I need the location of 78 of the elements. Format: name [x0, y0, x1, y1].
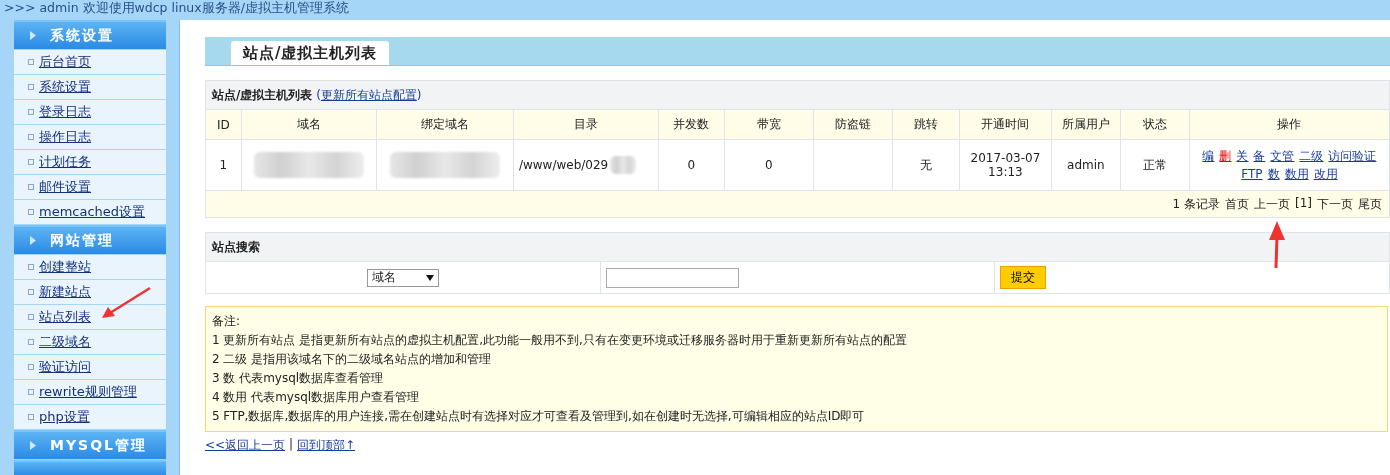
- bullet-icon: [28, 109, 34, 115]
- action-link[interactable]: 编: [1202, 147, 1215, 165]
- column-header: 操作: [1189, 109, 1390, 140]
- column-header: 域名: [241, 109, 377, 140]
- pager-link[interactable]: 首页: [1225, 195, 1249, 213]
- column-header: 防盗链: [813, 109, 893, 140]
- action-link[interactable]: 改用: [1313, 165, 1338, 183]
- table-cell: 无: [892, 139, 960, 191]
- bullet-icon: [28, 264, 34, 270]
- column-header: 并发数: [658, 109, 725, 140]
- footer-link[interactable]: 回到顶部↑: [297, 437, 356, 454]
- table-cell: 0: [658, 139, 725, 191]
- triangle-icon: [30, 31, 36, 40]
- bullet-icon: [28, 134, 34, 140]
- bullet-icon: [28, 339, 34, 345]
- column-header: 状态: [1120, 109, 1190, 140]
- update-all-link[interactable]: 更新所有站点配置: [320, 87, 417, 102]
- bullet-icon: [28, 59, 34, 65]
- header-text: >>> admin 欢迎使用wdcp linux服务器/虚拟主机管理系统: [4, 0, 349, 15]
- bullet-icon: [28, 314, 34, 320]
- action-link[interactable]: 二级: [1299, 147, 1324, 165]
- table-cell: admin: [1051, 139, 1121, 191]
- triangle-icon: [30, 236, 36, 245]
- action-link[interactable]: 数用: [1284, 165, 1309, 183]
- action-link[interactable]: 文管: [1270, 147, 1295, 165]
- column-header: ID: [205, 109, 242, 140]
- pager-link[interactable]: [1]: [1295, 195, 1312, 213]
- note-line: 1 更新所有站点 是指更新所有站点的虚拟主机配置,此功能一般用不到,只有在变更环境或迁移服务器时用于重新更新所有站点的配置: [211, 332, 908, 349]
- note-line: 5 FTP,数据库,数据库的用户连接,需在创建站点时有选择对应才可查看及管理到,如在创建时无选择,可编辑相应的站点ID即可: [211, 408, 866, 425]
- column-header: 所属用户: [1051, 109, 1121, 140]
- notes-title: 备注:: [211, 313, 241, 330]
- redacted-block: [610, 156, 637, 174]
- pager-link[interactable]: 下一页: [1317, 195, 1353, 213]
- table-title: 站点/虚拟主机列表: [211, 87, 313, 102]
- table-cell: 0: [724, 139, 814, 191]
- annotation-arrow: [1268, 220, 1286, 270]
- action-link[interactable]: 删: [1219, 147, 1232, 165]
- bullet-icon: [28, 84, 34, 90]
- column-header: 绑定域名: [376, 109, 514, 140]
- pager-link[interactable]: 上一页: [1254, 195, 1290, 213]
- column-header: 目录: [513, 109, 659, 140]
- search-type-select[interactable]: 域名: [366, 268, 439, 287]
- action-link[interactable]: 备: [1253, 147, 1266, 165]
- table-cell: 2017-03-07 13:13: [959, 139, 1052, 191]
- action-link[interactable]: 访问验证: [1328, 147, 1377, 165]
- page-tab[interactable]: 站点/虚拟主机列表: [230, 41, 390, 65]
- table-cell: /www/web/029: [518, 157, 609, 172]
- bullet-icon: [28, 184, 34, 190]
- triangle-icon: [30, 441, 36, 450]
- note-line: 3 数 代表mysql数据库查看管理: [211, 370, 385, 387]
- action-link[interactable]: FTP: [1241, 165, 1263, 183]
- note-line: 2 二级 是指用该域名下的二级域名站点的增加和管理: [211, 351, 493, 368]
- paren-text: ): [416, 87, 422, 102]
- bullet-icon: [28, 414, 34, 420]
- sidebar-section-header[interactable]: [14, 460, 166, 475]
- note-line: 4 数用 代表mysql数据库用户查看管理: [211, 389, 421, 406]
- action-link[interactable]: 数: [1267, 165, 1280, 183]
- bullet-icon: [28, 289, 34, 295]
- bullet-icon: [28, 389, 34, 395]
- search-field[interactable]: [605, 267, 739, 288]
- paren-text: (: [316, 87, 321, 102]
- bullet-icon: [28, 364, 34, 370]
- record-count: 1 条记录: [1172, 195, 1220, 213]
- table-cell: 1: [205, 139, 242, 191]
- separator-text: |: [289, 437, 294, 453]
- column-header: 开通时间: [959, 109, 1052, 140]
- action-link[interactable]: 关: [1236, 147, 1249, 165]
- column-header: 带宽: [724, 109, 814, 140]
- submit-button[interactable]: 提交: [1000, 266, 1047, 289]
- section-title: 站点搜索: [211, 239, 260, 254]
- pager-link[interactable]: 尾页: [1358, 195, 1382, 213]
- bullet-icon: [28, 159, 34, 165]
- footer-link[interactable]: <<返回上一页: [204, 437, 285, 454]
- column-header: 跳转: [892, 109, 960, 140]
- annotation-arrow: [100, 286, 152, 320]
- table-cell: 正常: [1120, 139, 1190, 191]
- bullet-icon: [28, 209, 34, 215]
- caret-icon: [425, 274, 434, 281]
